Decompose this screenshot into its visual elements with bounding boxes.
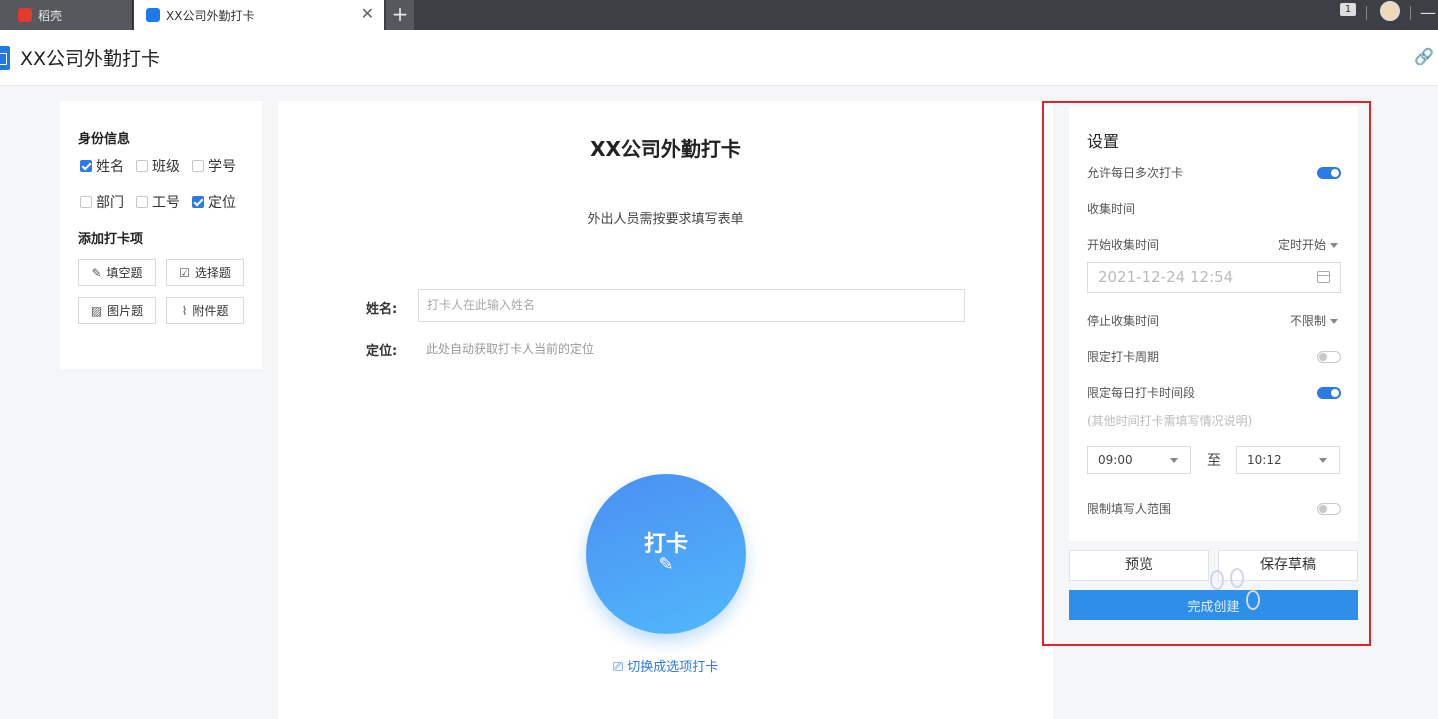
unchecked-icon [136,196,148,208]
avatar[interactable] [1380,1,1400,21]
unchecked-icon [136,160,148,172]
switch-mode-link[interactable]: ⎚ 切换成选项打卡 [278,656,1053,675]
browser-tab-bar: 稻壳 XX公司外勤打卡 ✕ + 1 — [0,0,1438,30]
page-title: XX公司外勤打卡 [20,48,161,70]
form-title[interactable]: XX公司外勤打卡 [278,133,1053,162]
checked-icon [80,160,92,172]
tab-checkin-form[interactable]: XX公司外勤打卡 ✕ [134,0,384,30]
punch-in-button[interactable]: 打卡 ✎ [586,474,746,634]
form-canvas: XX公司外勤打卡 外出人员需按要求填写表单 姓名: 打卡人在此输入姓名 定位: … [278,101,1053,719]
switch-icon: ⎚ [612,660,624,675]
app-header: XX公司外勤打卡 🔗 [0,30,1438,86]
location-hint: 此处自动获取打卡人当前的定位 [426,342,595,356]
daoke-logo-icon [18,8,32,22]
pencil-icon: ✎ [91,265,102,280]
checkbox-icon: ☑ [179,265,190,280]
add-choice-button[interactable]: ☑ 选择题 [166,259,244,286]
name-input[interactable]: 打卡人在此输入姓名 [418,289,965,322]
checkbox-location[interactable]: 定位 [192,192,236,212]
add-items-section-title: 添加打卡项 [78,232,144,247]
tab-daoke[interactable]: 稻壳 [0,0,133,30]
add-image-button[interactable]: ▨ 图片题 [78,297,156,324]
image-icon: ▨ [90,303,103,318]
share-link-icon[interactable]: 🔗 [1414,47,1434,66]
close-tab-icon[interactable]: ✕ [361,6,374,22]
form-doc-icon [146,8,160,22]
add-fill-blank-button[interactable]: ✎ 填空题 [78,259,156,286]
checkbox-name[interactable]: 姓名 [80,156,124,176]
divider [1366,6,1367,20]
checked-icon [192,196,204,208]
form-app-icon [0,46,10,70]
field-palette: 身份信息 姓名 班级 学号 部门 工号 定位 添加打卡项 ✎ 填空题 ☑ 选择题… [60,101,262,369]
unchecked-icon [192,160,204,172]
location-field-label: 定位: [366,344,398,359]
window-count-badge[interactable]: 1 [1340,3,1356,16]
checkbox-employee-id[interactable]: 工号 [136,192,180,212]
divider [1410,6,1411,20]
checkbox-class[interactable]: 班级 [136,156,180,176]
name-field-label: 姓名: [366,302,398,317]
unchecked-icon [80,196,92,208]
tab-label: XX公司外勤打卡 [166,8,255,23]
minimize-icon[interactable]: — [1420,3,1436,22]
tab-label: 稻壳 [38,8,63,23]
highlight-box [1042,101,1371,646]
form-description[interactable]: 外出人员需按要求填写表单 [278,208,1053,227]
identity-section-title: 身份信息 [78,132,131,147]
paperclip-icon: ⌇ [181,303,188,318]
checkbox-department[interactable]: 部门 [80,192,124,212]
checkbox-student-id[interactable]: 学号 [192,156,236,176]
new-tab-button[interactable]: + [386,0,414,30]
pencil-icon: ✎ [658,554,674,575]
add-attachment-button[interactable]: ⌇ 附件题 [166,297,244,324]
